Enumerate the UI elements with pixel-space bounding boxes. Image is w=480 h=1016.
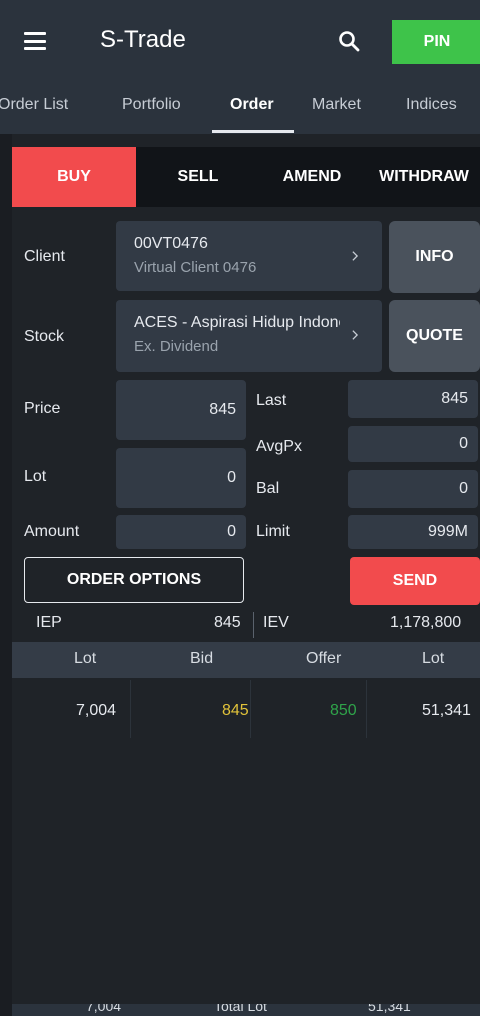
app-bar: S-Trade PIN xyxy=(0,0,480,88)
iev-value: 1,178,800 xyxy=(390,614,462,631)
market-depth-header: Lot Bid Offer Lot xyxy=(12,642,480,678)
depth-totals-footer: 7,004 Total Lot 51,341 xyxy=(12,1004,480,1016)
price-value: 845 xyxy=(209,401,236,418)
last-value: 845 xyxy=(441,390,468,407)
amount-label: Amount xyxy=(24,523,80,540)
stock-selector[interactable]: ACES - Aspirasi Hidup Indonesia Ex. Divi… xyxy=(116,300,382,372)
chevron-right-icon xyxy=(352,251,359,261)
app-title: S-Trade xyxy=(100,26,186,53)
last-field: 845 xyxy=(348,380,478,418)
sell-button[interactable]: SELL xyxy=(150,147,246,207)
tab-indices[interactable]: Indices xyxy=(406,96,457,114)
depth-separator xyxy=(366,680,367,738)
client-label: Client xyxy=(24,248,65,265)
tab-order[interactable]: Order xyxy=(230,96,274,114)
withdraw-button[interactable]: WITHDRAW xyxy=(372,147,476,207)
total-lot-label: Total Lot xyxy=(214,1004,267,1014)
hamburger-menu-icon[interactable] xyxy=(24,32,46,50)
tab-order-list[interactable]: Order List xyxy=(0,96,68,114)
stock-note: Ex. Dividend xyxy=(134,338,219,355)
order-options-button[interactable]: ORDER OPTIONS xyxy=(24,557,244,603)
depth-header-offer: Offer xyxy=(306,650,342,667)
chevron-right-icon xyxy=(352,330,359,340)
pin-button[interactable]: PIN xyxy=(392,20,480,64)
bal-field: 0 xyxy=(348,470,478,508)
last-label: Last xyxy=(256,392,287,409)
buy-button[interactable]: BUY xyxy=(12,147,136,207)
iev-label: IEV xyxy=(263,614,289,631)
active-tab-indicator xyxy=(212,130,294,133)
offer-lot: 51,341 xyxy=(422,702,471,719)
limit-label: Limit xyxy=(256,523,290,540)
iep-label: IEP xyxy=(36,614,62,631)
quote-button[interactable]: QUOTE xyxy=(389,300,480,372)
market-depth-row[interactable]: 7,004 845 850 51,341 xyxy=(12,680,480,738)
lot-value: 0 xyxy=(227,469,236,486)
bid-lot: 7,004 xyxy=(76,702,117,719)
offer-price: 850 xyxy=(330,702,357,719)
depth-header-bid-lot: Lot xyxy=(74,650,97,667)
bal-value: 0 xyxy=(459,480,468,497)
depth-header-offer-lot: Lot xyxy=(422,650,445,667)
total-offer-lot: 51,341 xyxy=(368,1004,411,1014)
depth-separator xyxy=(250,680,251,738)
stock-label: Stock xyxy=(24,328,65,345)
amount-value: 0 xyxy=(227,523,236,540)
client-code: 00VT0476 xyxy=(134,235,208,252)
search-icon[interactable] xyxy=(338,30,360,52)
iep-divider xyxy=(253,612,254,638)
depth-separator xyxy=(130,680,131,738)
iep-value: 845 xyxy=(214,614,241,631)
lot-label: Lot xyxy=(24,468,47,485)
send-button[interactable]: SEND xyxy=(350,557,480,605)
depth-header-bid: Bid xyxy=(190,650,214,667)
avgpx-field: 0 xyxy=(348,426,478,462)
tab-market[interactable]: Market xyxy=(312,96,361,114)
bal-label: Bal xyxy=(256,480,280,497)
info-button[interactable]: INFO xyxy=(389,221,480,293)
price-input[interactable]: 845 xyxy=(116,380,246,440)
avgpx-value: 0 xyxy=(459,435,468,452)
iep-row: IEP 845 IEV 1,178,800 xyxy=(12,610,480,640)
limit-field: 999M xyxy=(348,515,478,549)
tab-bar: Order List Portfolio Order Market Indice… xyxy=(0,88,480,134)
lot-input[interactable]: 0 xyxy=(116,448,246,508)
avgpx-label: AvgPx xyxy=(256,438,302,455)
amount-field: 0 xyxy=(116,515,246,549)
bid-price: 845 xyxy=(222,702,249,719)
limit-value: 999M xyxy=(427,523,468,540)
client-name: Virtual Client 0476 xyxy=(134,259,257,276)
client-selector[interactable]: 00VT0476 Virtual Client 0476 xyxy=(116,221,382,291)
price-label: Price xyxy=(24,400,61,417)
total-bid-lot: 7,004 xyxy=(86,1004,122,1014)
stock-name: ACES - Aspirasi Hidup Indonesia xyxy=(134,314,340,331)
amend-button[interactable]: AMEND xyxy=(262,147,362,207)
tab-portfolio[interactable]: Portfolio xyxy=(122,96,181,114)
